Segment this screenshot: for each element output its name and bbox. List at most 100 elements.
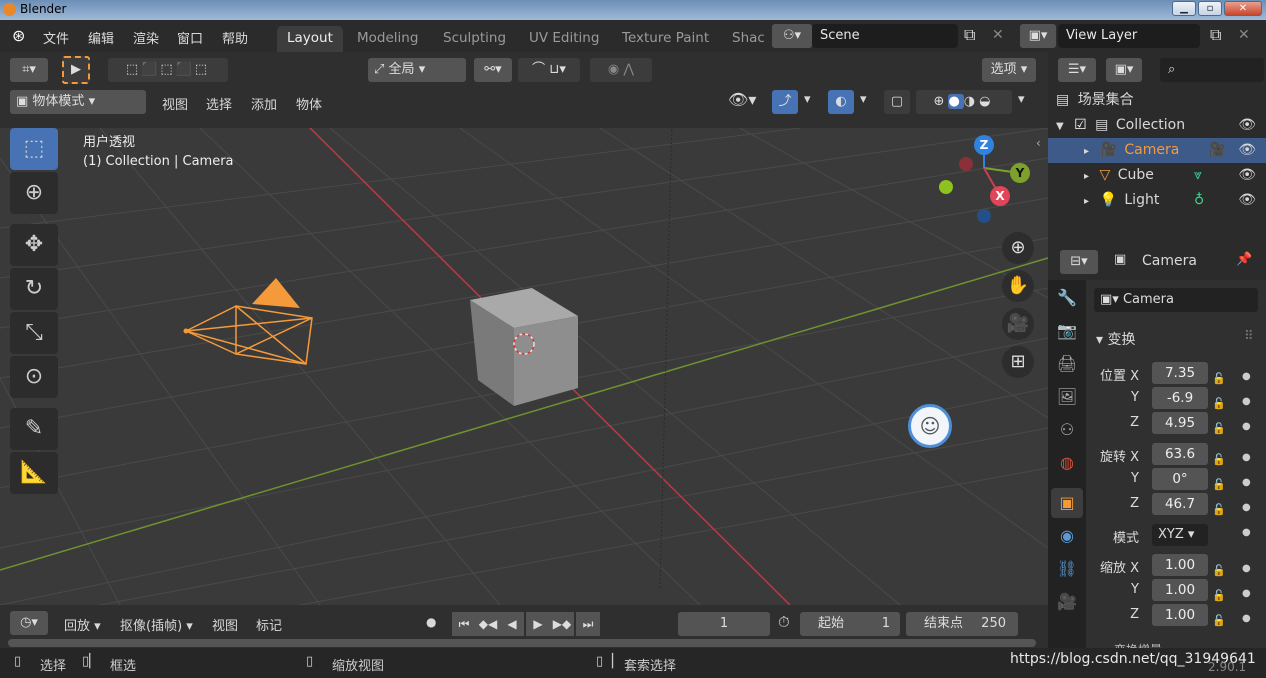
view-layer-field[interactable]: View Layer: [1058, 24, 1200, 48]
gizmo-toggle-icon[interactable]: ⤴: [772, 90, 798, 114]
display-mode-icon[interactable]: ▣▾: [1106, 58, 1142, 82]
scene-name-field[interactable]: Scene: [812, 24, 958, 48]
jump-end-icon[interactable]: ⏭: [576, 612, 600, 636]
eye-icon[interactable]: 👁: [1238, 188, 1256, 213]
delta-transform-header[interactable]: 变换增量: [1114, 641, 1162, 648]
view-layer-tab-icon[interactable]: 🖼: [1051, 382, 1083, 412]
select-mode-buttons[interactable]: ⬚⬛⬚⬛⬚: [108, 58, 228, 82]
scene-collection-row[interactable]: ▤ 场景集合: [1048, 88, 1266, 113]
move-tool-icon[interactable]: ✥: [10, 224, 58, 266]
minimize-button[interactable]: ▁: [1172, 1, 1196, 16]
output-tab-icon[interactable]: 🖨: [1051, 349, 1083, 379]
camera-view-icon[interactable]: 🎥: [1002, 308, 1034, 340]
outliner-editor-icon[interactable]: ☰▾: [1058, 58, 1096, 82]
menu-edit[interactable]: 编辑: [88, 28, 114, 47]
timeline-editor-icon[interactable]: ◷▾: [10, 611, 48, 635]
scene-selector-icon[interactable]: ⚇▾: [772, 24, 812, 48]
render-tab-icon[interactable]: 📷: [1051, 316, 1083, 346]
overlay-toggle-icon[interactable]: ◐: [828, 90, 854, 114]
location-y-field[interactable]: -6.9: [1152, 387, 1208, 409]
rotation-lock-icons[interactable]: 🔓 🔓 🔓: [1212, 447, 1226, 522]
camera-data-tab-icon[interactable]: 🎥: [1051, 587, 1083, 617]
tab-texture-paint[interactable]: Texture Paint: [612, 26, 719, 52]
record-icon[interactable]: ●: [426, 615, 436, 629]
falloff-icon[interactable]: ◉ ⋀: [590, 58, 652, 82]
rotation-z-field[interactable]: 46.7: [1152, 493, 1208, 515]
eye-icon[interactable]: 👁: [1238, 163, 1256, 188]
perspective-toggle-icon[interactable]: ⊞: [1002, 346, 1034, 378]
visibility-filter-icon[interactable]: 👁▾: [728, 90, 756, 109]
close-button[interactable]: ✕: [1224, 1, 1262, 16]
marker-menu[interactable]: 标记: [256, 615, 282, 634]
keyframe-dots[interactable]: ● ● ●: [1242, 556, 1251, 631]
transform-tool-icon[interactable]: ⊙: [10, 356, 58, 398]
object-name-field[interactable]: ▣▾ Camera: [1094, 288, 1258, 312]
rotation-x-field[interactable]: 63.6: [1152, 443, 1208, 465]
transform-pivot-dropdown[interactable]: ⤢ 全局 ▾: [368, 58, 466, 82]
play-icon[interactable]: ▶: [526, 612, 550, 636]
menu-window[interactable]: 窗口: [177, 28, 203, 47]
gizmo-y-axis[interactable]: Y: [1010, 163, 1030, 183]
blender-menu-icon[interactable]: ⊛: [12, 26, 25, 45]
eye-icon[interactable]: 👁: [1238, 138, 1256, 163]
view-layer-icon[interactable]: ▣▾: [1020, 24, 1056, 48]
properties-editor-icon[interactable]: ⊟▾: [1060, 250, 1098, 274]
gizmo-dropdown-icon[interactable]: ▾: [804, 92, 811, 107]
zoom-icon[interactable]: ⊕: [1002, 232, 1034, 264]
3d-viewport[interactable]: Z Y X 用户透视 (1) Collection | Camera ⊕ ✋ 🎥…: [0, 128, 1048, 605]
physics-tab-icon[interactable]: ◉: [1051, 521, 1083, 551]
drag-handle-icon[interactable]: ⠿: [1244, 329, 1254, 344]
floating-assistant-icon[interactable]: ☺: [908, 404, 952, 448]
camera-data-icon[interactable]: 🎥: [1208, 138, 1225, 163]
checkbox-icon[interactable]: ☑: [1074, 117, 1087, 133]
object-tab-icon[interactable]: ▣: [1051, 488, 1083, 518]
tab-modeling[interactable]: Modeling: [347, 26, 428, 52]
scene-tab-icon[interactable]: ⚇: [1051, 415, 1083, 445]
location-x-field[interactable]: 7.35: [1152, 362, 1208, 384]
keyframe-dots[interactable]: ● ● ● ●: [1242, 445, 1251, 545]
timeline-view-menu[interactable]: 视图: [212, 615, 238, 634]
shading-dropdown-icon[interactable]: ▾: [1018, 92, 1025, 107]
tab-uv-editing[interactable]: UV Editing: [519, 26, 609, 52]
light-data-icon[interactable]: ♁: [1194, 188, 1204, 213]
new-view-layer-icon[interactable]: ⧉: [1210, 25, 1221, 45]
rotation-y-field[interactable]: 0°: [1152, 468, 1208, 490]
tab-sculpting[interactable]: Sculpting: [433, 26, 516, 52]
outliner-search-icon[interactable]: ⌕: [1160, 58, 1264, 82]
playback-menu[interactable]: 回放 ▾: [64, 615, 101, 634]
scale-lock-icons[interactable]: 🔓 🔓 🔓: [1212, 558, 1226, 633]
start-frame-field[interactable]: 起始 1: [800, 612, 900, 636]
stopwatch-icon[interactable]: ⏱: [778, 613, 790, 631]
maximize-button[interactable]: ▫: [1198, 1, 1222, 16]
tab-shading[interactable]: Shac: [722, 26, 767, 52]
lock-icons[interactable]: 🔓 🔓 🔓: [1212, 366, 1226, 441]
select-box-tool-icon[interactable]: ⬚: [10, 128, 58, 170]
overlay-dropdown-icon[interactable]: ▾: [860, 92, 867, 107]
keying-menu[interactable]: 抠像(插帧) ▾: [120, 615, 193, 634]
outliner-item-light[interactable]: ▸ 💡 Light ♁ 👁: [1048, 188, 1266, 213]
current-frame-field[interactable]: 1: [678, 612, 770, 636]
mesh-data-icon[interactable]: ⩔: [1194, 163, 1202, 188]
gizmo-x-axis[interactable]: X: [990, 186, 1010, 206]
editor-type-icon[interactable]: ⌗▾: [10, 58, 48, 82]
measure-tool-icon[interactable]: 📐: [10, 452, 58, 494]
options-dropdown[interactable]: 选项 ▾: [982, 58, 1036, 82]
scale-x-field[interactable]: 1.00: [1152, 554, 1208, 576]
tab-layout[interactable]: Layout: [277, 26, 343, 52]
new-scene-icon[interactable]: ⧉: [964, 25, 975, 45]
scale-tool-icon[interactable]: ⤡: [10, 312, 58, 354]
delete-scene-icon[interactable]: ✕: [992, 27, 1004, 43]
proportional-edit-icon[interactable]: ⌒ ⊔▾: [518, 58, 580, 82]
next-keyframe-icon[interactable]: ▶◆: [550, 612, 574, 636]
outliner-item-camera[interactable]: ▸ 🎥 Camera 🎥 👁: [1048, 138, 1266, 163]
outliner-item-cube[interactable]: ▸ ▽ Cube ⩔ 👁: [1048, 163, 1266, 188]
end-frame-field[interactable]: 结束点 250: [906, 612, 1018, 636]
select-menu[interactable]: 选择: [206, 94, 232, 113]
add-menu[interactable]: 添加: [251, 94, 277, 113]
jump-start-icon[interactable]: ⏮: [452, 612, 476, 636]
rotation-mode-dropdown[interactable]: XYZ ▾: [1152, 524, 1208, 546]
menu-help[interactable]: 帮助: [222, 28, 248, 47]
prev-keyframe-icon[interactable]: ◆◀: [476, 612, 500, 636]
rotate-tool-icon[interactable]: ↻: [10, 268, 58, 310]
pin-icon[interactable]: 📌: [1236, 252, 1252, 267]
